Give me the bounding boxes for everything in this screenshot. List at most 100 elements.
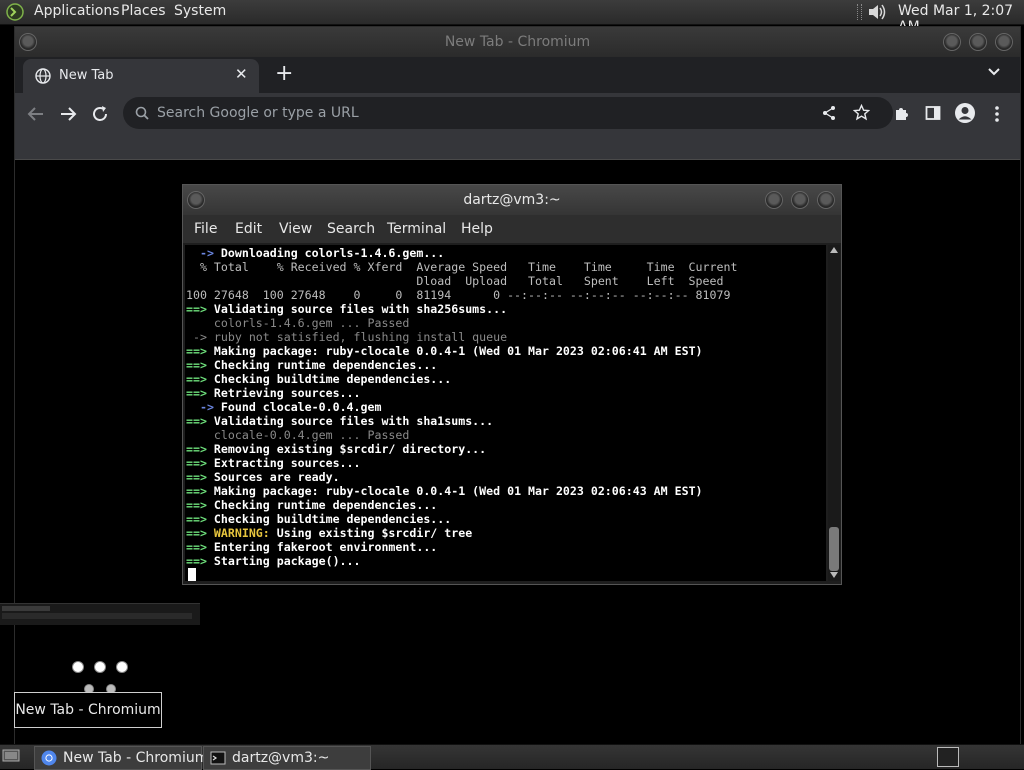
close-window-button[interactable] [995,33,1013,51]
line-text: WARNING: [213,526,270,540]
side-panel-icon[interactable] [925,105,941,121]
terminal-titlebar[interactable]: dartz@vm3:~ [183,185,841,215]
kebab-menu-icon[interactable] [994,105,1000,123]
minimize-button[interactable] [943,33,961,51]
terminal-line: ==> Validating source files with sha256s… [186,302,507,316]
line-prefix: -> [186,400,221,414]
extensions-icon[interactable] [893,105,910,122]
menu-places[interactable]: Places [121,3,166,19]
browser-toolbar: Search Google or type a URL [15,93,1020,135]
line-prefix: ==> [186,344,214,358]
window-switcher-tooltip: New Tab - Chromium [14,692,162,728]
bottom-panel: New Tab - Chromium dartz@vm3:~ [0,744,1024,770]
workspace-dot[interactable] [95,662,105,672]
show-desktop-icon[interactable] [2,748,20,764]
terminal-line: ==> Making package: ruby-clocale 0.0.4-1… [186,484,703,498]
chrome-globe-icon [35,68,51,84]
menu-help[interactable]: Help [461,221,493,237]
distro-logo-icon[interactable] [6,3,24,21]
terminal-line: -> Found clocale-0.0.4.gem [186,400,382,414]
scrollbar-thumb[interactable] [829,527,839,571]
terminal-line: % Total % Received % Xferd Average Speed… [186,260,737,274]
terminal-line: ==> Validating source files with sha1sum… [186,414,493,428]
terminal-line: ==> Removing existing $srcdir/ directory… [186,442,486,456]
line-text: Checking buildtime dependencies... [213,372,452,386]
line-text: Checking buildtime dependencies... [213,512,452,526]
window-preview-thumbnail[interactable] [0,603,200,625]
terminal-window: dartz@vm3:~ File Edit View Search Termin… [182,184,842,585]
terminal-output[interactable]: -> Downloading colorls-1.4.6.gem... % To… [185,245,826,581]
terminal-scrollbar[interactable] [828,245,840,581]
forward-icon[interactable] [59,105,77,123]
menu-search[interactable]: Search [327,221,375,237]
line-text: clocale-0.0.4.gem ... Passed [213,428,410,442]
close-tab-icon[interactable]: ✕ [235,65,248,83]
bookmark-star-icon[interactable] [853,104,870,121]
terminal-window-menu-button[interactable] [187,191,205,209]
bookmark-bar [15,135,1020,160]
terminal-minimize-button[interactable] [765,191,783,209]
chevron-down-icon[interactable] [987,65,1001,79]
maximize-button[interactable] [969,33,987,51]
menu-file[interactable]: File [194,221,217,237]
line-text: Extracting sources... [213,456,361,470]
profile-avatar-icon[interactable] [954,102,976,124]
scroll-up-arrow-icon[interactable] [830,247,838,253]
top-panel: Applications Places System Wed Mar 1, 2:… [0,0,1024,35]
terminal-maximize-button[interactable] [791,191,809,209]
thumbnail-toolbar [2,613,192,619]
line-text: Dload Upload Total Spent Left Speed [186,274,724,288]
terminal-title: dartz@vm3:~ [463,192,561,208]
menu-terminal[interactable]: Terminal [387,221,446,237]
scroll-down-arrow-icon[interactable] [830,572,838,578]
line-text: Entering fakeroot environment... [213,540,438,554]
taskbar-item-chromium[interactable]: New Tab - Chromium [34,746,208,770]
tab-strip: New Tab ✕ + [15,57,1020,93]
menu-system[interactable]: System [174,3,226,19]
line-suffix: Using existing $srcdir/ tree [269,526,473,540]
line-text: colorls-1.4.6.gem ... Passed [213,316,410,330]
terminal-close-button[interactable] [817,191,835,209]
menu-edit[interactable]: Edit [235,221,262,237]
search-icon [135,106,149,120]
terminal-line: ==> Sources are ready. [186,470,340,484]
tab-new-tab[interactable]: New Tab ✕ [23,59,259,93]
terminal-menubar: File Edit View Search Terminal Help [183,215,841,243]
terminal-line: ==> Starting package()... [186,554,361,568]
terminal-line: Dload Upload Total Spent Left Speed [186,274,723,288]
address-bar[interactable]: Search Google or type a URL [123,97,893,129]
share-icon[interactable] [821,105,837,121]
chromium-titlebar[interactable]: New Tab - Chromium [15,27,1020,57]
line-prefix: ==> [186,540,214,554]
line-text: Validating source files with sha1sums... [213,414,494,428]
window-menu-button[interactable] [19,33,37,51]
line-prefix: ==> [186,498,214,512]
workspace-dot[interactable] [117,662,127,672]
terminal-line: ==> Retrieving sources... [186,386,361,400]
chromium-icon [41,750,57,766]
menu-view[interactable]: View [279,221,312,237]
terminal-cursor [188,568,196,581]
line-prefix: ==> [186,554,214,568]
line-prefix: ==> [186,302,214,316]
terminal-line: ==> Checking buildtime dependencies... [186,372,451,386]
line-prefix: ==> [186,526,214,540]
menu-applications[interactable]: Applications [34,3,120,19]
new-tab-button[interactable]: + [275,61,293,86]
workspace-dot[interactable] [73,662,83,672]
reload-icon[interactable] [91,105,109,123]
line-text: Found clocale-0.0.4.gem [220,400,382,414]
line-prefix: ==> [186,484,214,498]
volume-icon[interactable] [866,2,888,22]
terminal-line: ==> Checking runtime dependencies... [186,498,437,512]
line-text: 100 27648 100 27648 0 0 81194 0 --:--:--… [186,288,731,302]
taskbar-item-terminal[interactable]: dartz@vm3:~ [203,746,371,770]
terminal-line: 100 27648 100 27648 0 0 81194 0 --:--:--… [186,288,730,302]
line-text: Sources are ready. [213,470,340,484]
address-bar-placeholder: Search Google or type a URL [157,105,359,121]
workspace-switcher[interactable] [937,747,959,767]
line-prefix [186,316,214,330]
line-text: Retrieving sources... [213,386,361,400]
back-icon[interactable] [27,105,45,123]
line-prefix: -> [186,330,214,344]
